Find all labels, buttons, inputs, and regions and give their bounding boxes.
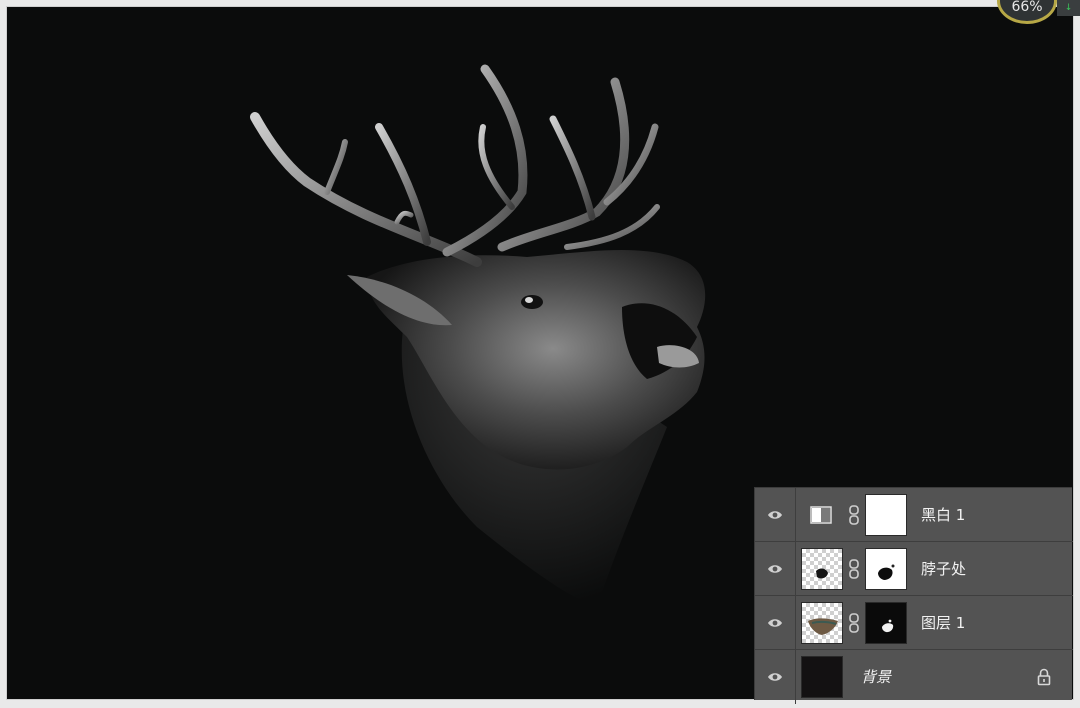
layer-thumbnail[interactable]: [801, 548, 843, 590]
layers-panel: 黑白 1 脖子处 图层 1 背景: [754, 487, 1073, 704]
visibility-toggle[interactable]: [755, 488, 796, 541]
layer-mask-thumbnail[interactable]: [865, 602, 907, 644]
zoom-label: 66%: [1011, 0, 1043, 15]
layer-mask-thumbnail[interactable]: [865, 548, 907, 590]
layer-thumbnail[interactable]: [801, 602, 843, 644]
eye-icon: [768, 511, 782, 519]
layer-row-black-white[interactable]: 黑白 1: [755, 488, 1073, 542]
mask-link-icon[interactable]: [848, 613, 860, 633]
download-arrow-icon[interactable]: ↓: [1057, 0, 1080, 16]
eye-icon: [768, 619, 782, 627]
lock-icon: [1037, 668, 1051, 686]
mask-link-icon[interactable]: [848, 559, 860, 579]
layer-row-layer-1[interactable]: 图层 1: [755, 596, 1073, 650]
layer-row-background[interactable]: 背景: [755, 650, 1073, 704]
black-white-adjustment-icon: [810, 506, 832, 524]
visibility-toggle[interactable]: [755, 596, 796, 649]
layer-name[interactable]: 黑白 1: [921, 488, 965, 542]
eye-icon: [768, 673, 782, 681]
visibility-toggle[interactable]: [755, 542, 796, 595]
photoshop-window: 66% ↓ 黑白 1 脖子处 图层 1 背景: [0, 0, 1080, 708]
layer-row-neck[interactable]: 脖子处: [755, 542, 1073, 596]
layer-name[interactable]: 脖子处: [921, 542, 966, 596]
layer-name[interactable]: 图层 1: [921, 596, 965, 650]
layer-mask-thumbnail[interactable]: [865, 494, 907, 536]
eye-icon: [768, 565, 782, 573]
mask-link-icon[interactable]: [848, 505, 860, 525]
layer-name[interactable]: 背景: [861, 650, 891, 704]
layer-thumbnail[interactable]: [801, 656, 843, 698]
visibility-toggle[interactable]: [755, 650, 796, 704]
